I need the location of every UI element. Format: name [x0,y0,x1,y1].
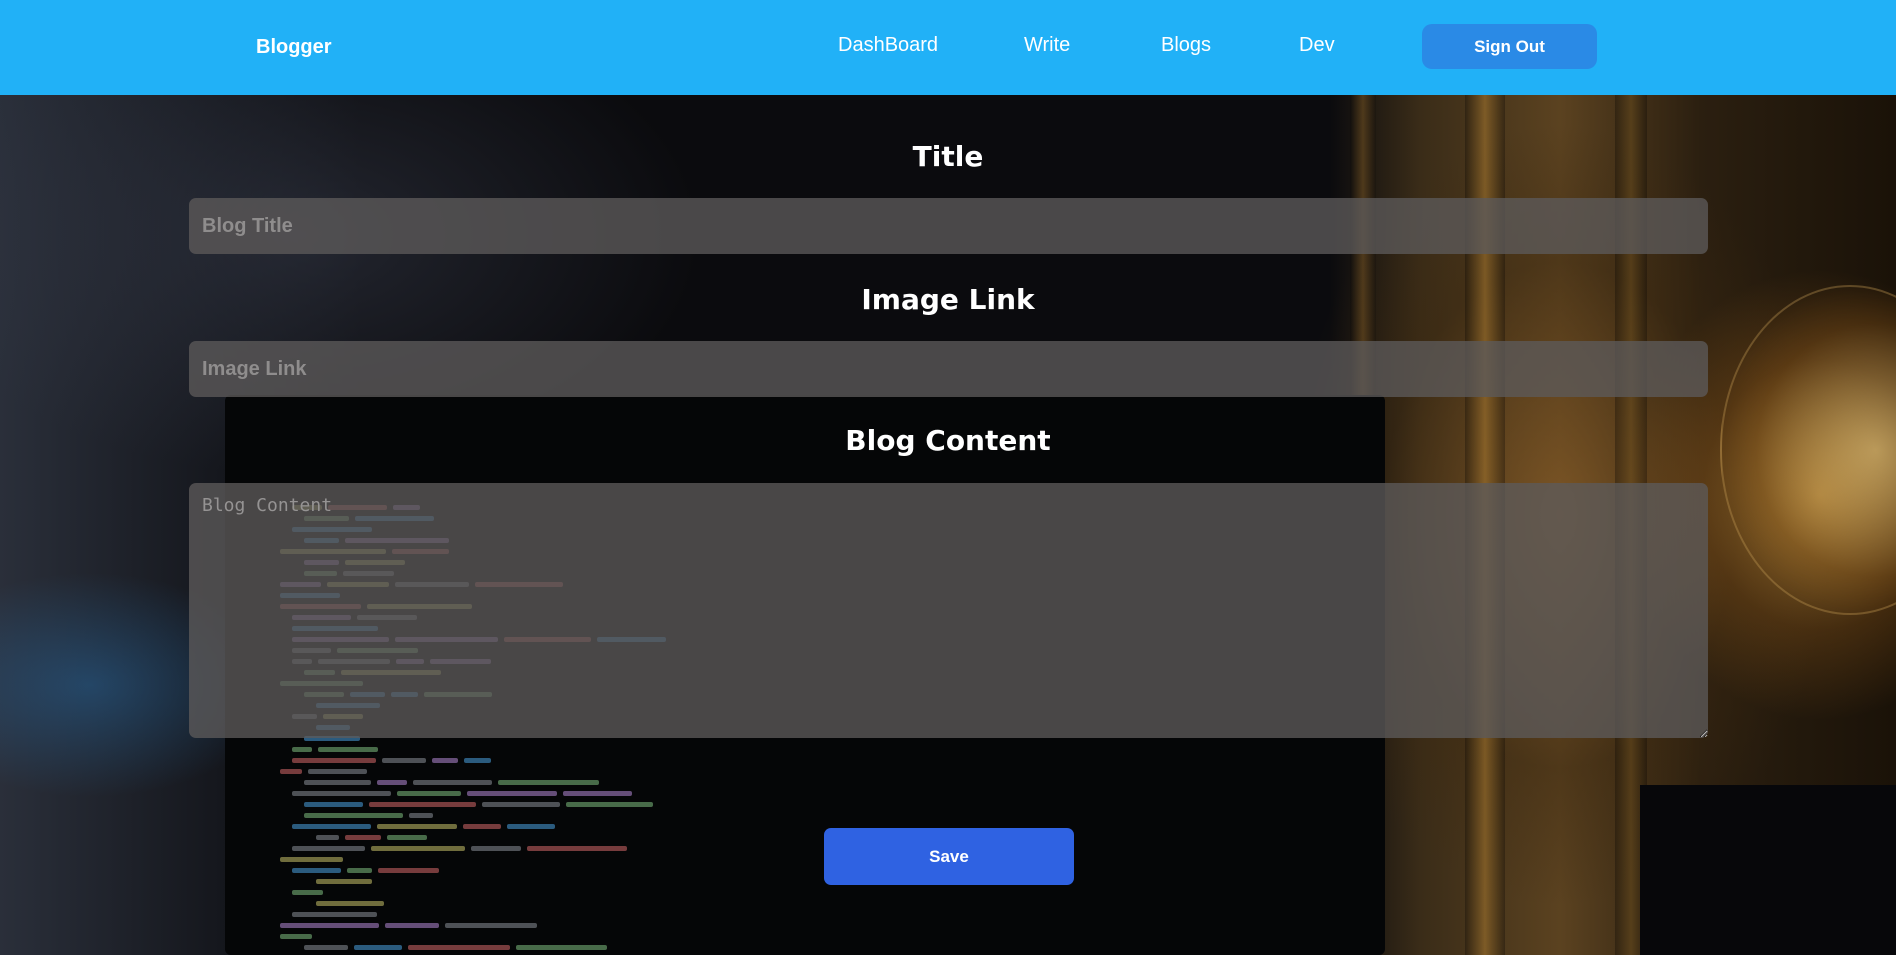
code-line-decoration [563,791,632,796]
brand-logo[interactable]: Blogger [256,36,332,59]
code-line-decoration [408,945,510,950]
code-line-decoration [371,846,465,851]
nav-link-blogs[interactable]: Blogs [1161,34,1211,57]
code-line-decoration [464,758,491,763]
code-line-decoration [385,923,439,928]
code-line-decoration [397,791,461,796]
code-line-decoration [304,802,363,807]
nav-link-dashboard[interactable]: DashBoard [838,34,938,57]
code-line-decoration [566,802,653,807]
code-line-decoration [292,747,312,752]
code-line-decoration [382,758,426,763]
lamp-base-image [1640,785,1896,955]
code-line-decoration [498,780,599,785]
title-heading: Title [912,140,984,173]
sign-out-button[interactable]: Sign Out [1422,24,1597,69]
image-link-input[interactable] [189,341,1708,397]
blog-content-textarea[interactable] [189,483,1708,738]
code-line-decoration [280,857,343,862]
top-navbar: Blogger DashBoard Write Blogs Dev Sign O… [0,0,1896,95]
code-line-decoration [280,923,379,928]
code-line-decoration [354,945,402,950]
code-line-decoration [471,846,521,851]
code-line-decoration [292,758,376,763]
code-line-decoration [280,769,302,774]
code-line-decoration [304,945,348,950]
image-link-heading: Image Link [861,283,1035,316]
code-line-decoration [409,813,433,818]
code-line-decoration [316,901,384,906]
code-line-decoration [292,791,391,796]
code-line-decoration [527,846,627,851]
code-line-decoration [377,780,407,785]
code-line-decoration [467,791,557,796]
code-line-decoration [378,868,439,873]
code-line-decoration [292,912,377,917]
code-line-decoration [507,824,555,829]
code-line-decoration [482,802,560,807]
code-line-decoration [445,923,537,928]
code-line-decoration [463,824,501,829]
save-button[interactable]: Save [824,828,1074,885]
code-line-decoration [304,813,403,818]
code-line-decoration [413,780,492,785]
code-line-decoration [280,934,312,939]
code-line-decoration [292,846,365,851]
nav-link-write[interactable]: Write [1024,34,1070,57]
nav-link-dev[interactable]: Dev [1299,34,1335,57]
code-line-decoration [516,945,607,950]
code-line-decoration [347,868,372,873]
code-line-decoration [377,824,457,829]
blog-title-input[interactable] [189,198,1708,254]
code-line-decoration [369,802,476,807]
code-line-decoration [316,835,339,840]
code-line-decoration [304,780,371,785]
blog-content-heading: Blog Content [845,424,1051,457]
code-line-decoration [292,824,371,829]
code-line-decoration [292,890,323,895]
code-line-decoration [292,868,341,873]
code-line-decoration [318,747,378,752]
code-line-decoration [316,879,372,884]
code-line-decoration [387,835,427,840]
code-line-decoration [345,835,381,840]
code-line-decoration [308,769,367,774]
code-line-decoration [432,758,458,763]
